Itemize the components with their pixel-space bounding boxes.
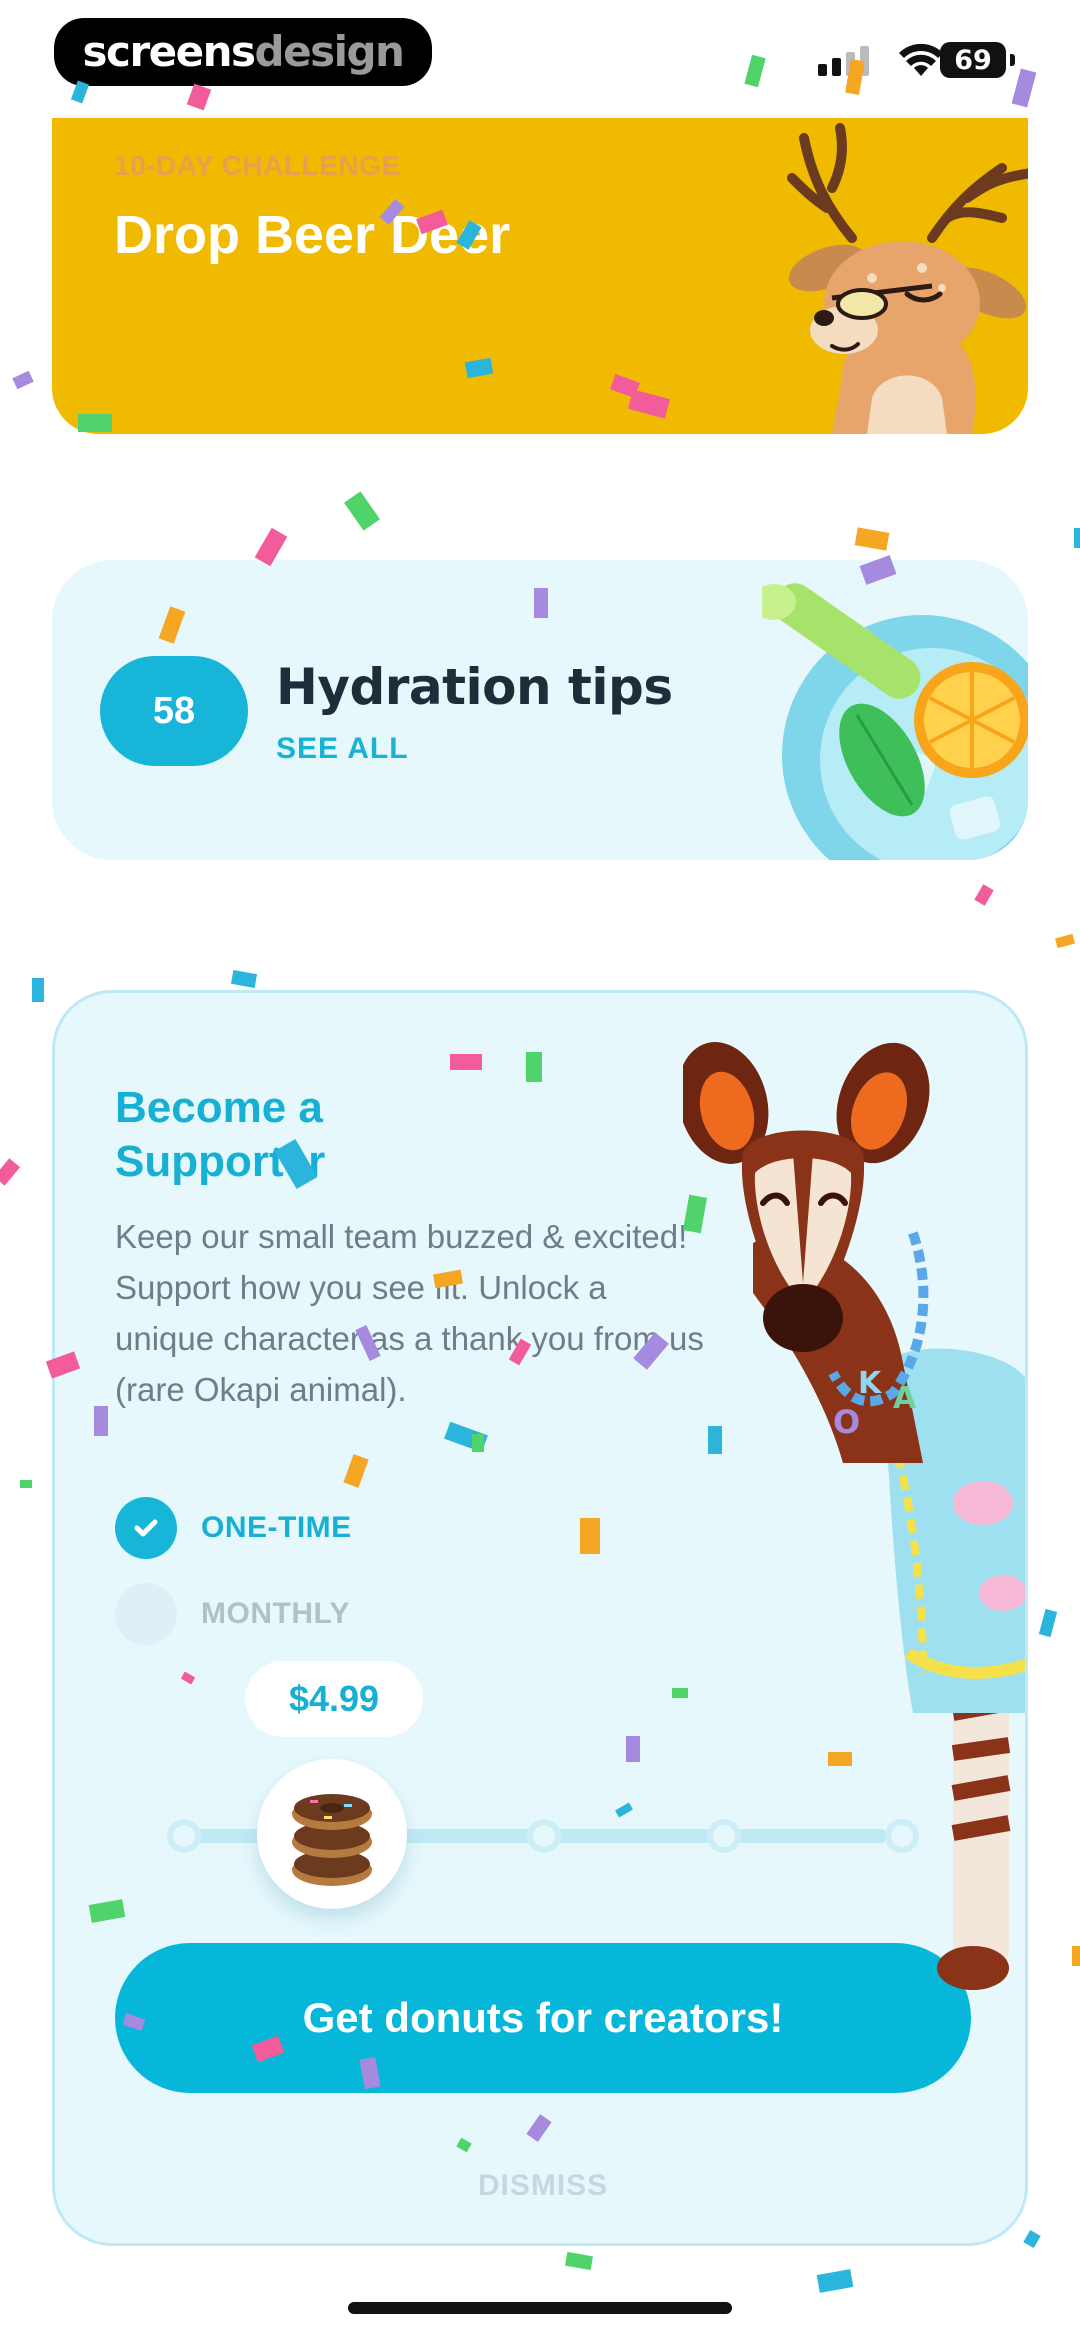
svg-text:K: K [858,1366,883,1401]
slider-thumb-donut[interactable] [257,1759,407,1909]
option-one-time[interactable]: ONE-TIME [115,1497,352,1559]
check-icon [134,1519,158,1537]
supporter-title: Become a Supporter [115,1083,326,1186]
watermark-logo: screens design [54,18,432,86]
signal-icon [846,52,855,76]
option-monthly[interactable]: MONTHLY [115,1583,350,1645]
wifi-icon [899,44,943,76]
signal-icon [832,58,841,76]
watermark-part-1: screens [82,27,256,76]
deer-illustration [787,123,1028,434]
donut-stack-icon [292,1794,372,1886]
price-tooltip: $4.99 [245,1661,423,1737]
svg-text:O: O [833,1403,860,1441]
signal-icon [818,64,827,76]
svg-text:A: A [893,1381,917,1416]
tips-count: 58 [152,689,196,732]
supporter-card: Become a Supporter Keep our small team b… [52,990,1028,2246]
slider-stop[interactable] [167,1819,201,1853]
dismiss-button[interactable]: DISMISS [55,2169,1025,2203]
supporter-description: Keep our small team buzzed & excited! Su… [115,1218,704,1408]
hydration-title: Hydration tips [276,658,673,716]
one-time-label: ONE-TIME [201,1511,352,1544]
home-indicator[interactable] [348,2302,732,2314]
see-all-link[interactable]: SEE ALL [276,732,409,766]
monthly-label: MONTHLY [201,1597,351,1630]
price-value: $4.99 [288,1678,380,1719]
signal-icon [860,46,869,76]
monthly-radio[interactable] [115,1583,177,1645]
one-time-radio[interactable] [115,1497,177,1559]
status-bar-icons: 69 [818,42,1018,82]
battery-tip [1010,54,1015,66]
tips-count-badge: 58 [100,656,248,766]
drink-illustration [762,583,1028,860]
battery-icon: 69 [940,42,1006,78]
hydration-card[interactable]: 58 Hydration tips SEE ALL [52,560,1028,860]
challenge-kicker: 10-DAY CHALLENGE [114,150,401,181]
challenge-title: Drop Beer Deer [114,205,511,265]
challenge-card[interactable]: 10-DAY CHALLENGE Drop Beer Deer [52,118,1028,434]
slider-stop[interactable] [527,1819,561,1853]
battery-level: 69 [954,44,992,76]
watermark-part-2: design [254,27,405,76]
okapi-illustration: K A O [683,1042,1025,1990]
